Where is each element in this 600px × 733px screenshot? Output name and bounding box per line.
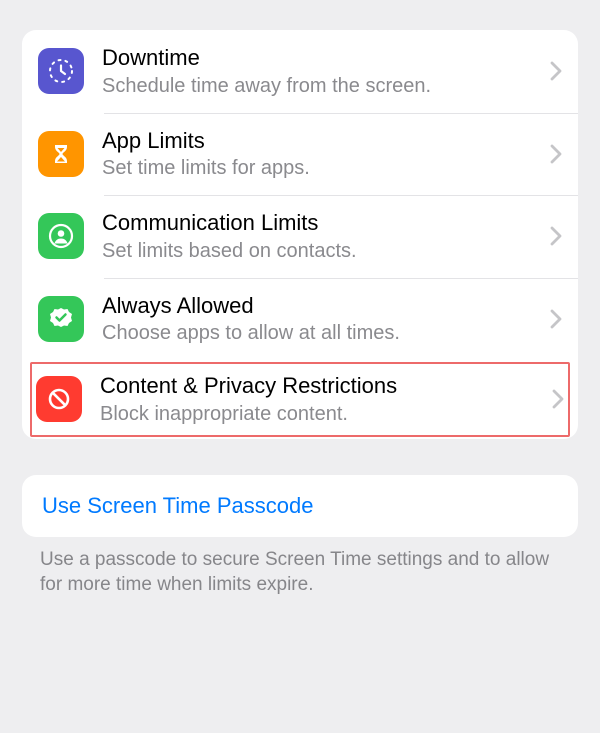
row-title: Content & Privacy Restrictions (100, 372, 544, 400)
row-text: Communication Limits Set limits based on… (102, 209, 542, 264)
row-subtitle: Choose apps to allow at all times. (102, 320, 542, 346)
row-title: Downtime (102, 44, 542, 72)
row-text: App Limits Set time limits for apps. (102, 127, 542, 182)
row-downtime[interactable]: Downtime Schedule time away from the scr… (22, 30, 578, 113)
row-subtitle: Schedule time away from the screen. (102, 73, 542, 99)
contact-icon (38, 213, 84, 259)
row-content-privacy-restrictions[interactable]: Content & Privacy Restrictions Block ina… (22, 360, 578, 439)
row-communication-limits[interactable]: Communication Limits Set limits based on… (22, 195, 578, 278)
hourglass-icon (38, 131, 84, 177)
passcode-footer-text: Use a passcode to secure Screen Time set… (40, 547, 560, 598)
row-subtitle: Set limits based on contacts. (102, 238, 542, 264)
row-always-allowed[interactable]: Always Allowed Choose apps to allow at a… (22, 278, 578, 361)
use-passcode-button[interactable]: Use Screen Time Passcode (42, 493, 558, 519)
chevron-right-icon (550, 61, 562, 81)
row-title: Communication Limits (102, 209, 542, 237)
row-text: Always Allowed Choose apps to allow at a… (102, 292, 542, 347)
passcode-group: Use Screen Time Passcode (22, 475, 578, 537)
row-title: Always Allowed (102, 292, 542, 320)
downtime-icon (38, 48, 84, 94)
chevron-right-icon (550, 226, 562, 246)
row-text: Downtime Schedule time away from the scr… (102, 44, 542, 99)
row-title: App Limits (102, 127, 542, 155)
screen-time-settings-group: Downtime Schedule time away from the scr… (22, 30, 578, 439)
chevron-right-icon (550, 309, 562, 329)
chevron-right-icon (552, 389, 564, 409)
row-subtitle: Set time limits for apps. (102, 155, 542, 181)
row-app-limits[interactable]: App Limits Set time limits for apps. (22, 113, 578, 196)
row-subtitle: Block inappropriate content. (100, 401, 544, 427)
no-symbol-icon (36, 376, 82, 422)
row-text: Content & Privacy Restrictions Block ina… (100, 372, 544, 427)
checkmark-seal-icon (38, 296, 84, 342)
chevron-right-icon (550, 144, 562, 164)
